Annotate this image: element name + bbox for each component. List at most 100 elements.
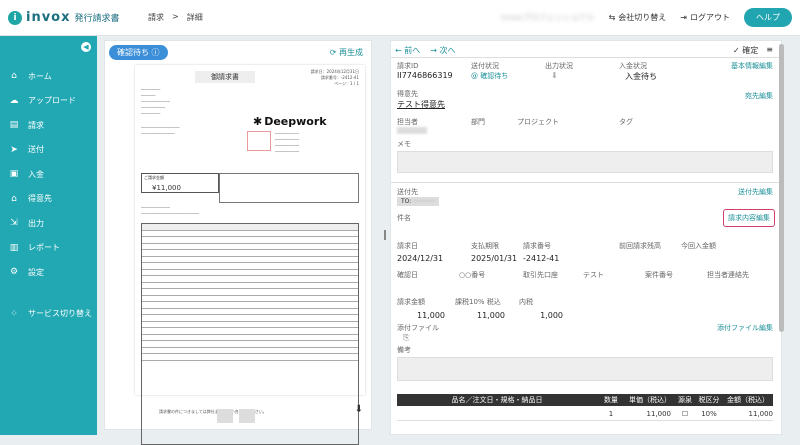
breadcrumb-separator: > bbox=[172, 12, 179, 21]
company-switch-icon: ⇆ bbox=[608, 13, 616, 22]
service-switch-icon: ⁘ bbox=[10, 308, 18, 319]
brand-mark-icon: ✱ bbox=[253, 115, 263, 128]
total-amount-value: ¥11,000 bbox=[152, 184, 181, 192]
invoice-amount-value: 11,000 bbox=[417, 311, 445, 320]
refresh-icon: ⟳ bbox=[329, 48, 337, 57]
tax-summary-table bbox=[219, 173, 359, 203]
invoice-icon: ▤ bbox=[9, 120, 19, 131]
remarks-input[interactable] bbox=[397, 357, 773, 381]
next-page-button[interactable] bbox=[239, 409, 255, 423]
basic-info-edit-link[interactable]: 基本情報編集 bbox=[731, 61, 773, 71]
table-row: 1 11,000 ☐ 10% 11,000 bbox=[397, 407, 773, 421]
invoice-meta-row: 確認日 ○○番号 取引先口座 テスト 案件番号 担当者連絡先 bbox=[397, 271, 749, 279]
payment-info-block: ──────────── ──────────────────────── bbox=[141, 205, 199, 216]
document-preview-panel: 確認待ち ⓘ ⟳ 再生成 御請求書 請求日：2024年12月31日 請求番号：-… bbox=[104, 40, 372, 445]
panel-resize-handle[interactable] bbox=[384, 230, 386, 240]
attachment-section: 添付ファイル ⎘ 添付ファイル編集 bbox=[397, 323, 773, 343]
paperclip-icon[interactable]: ⎘ bbox=[403, 333, 409, 343]
remarks-section: 備考 bbox=[397, 345, 773, 385]
invoice-document: 御請求書 請求日：2024年12月31日 請求番号：-2412-41 ページ：1… bbox=[135, 65, 365, 445]
greeting-text-block: ──────────────── ────────────── bbox=[141, 125, 180, 136]
output-icon: ⇲ bbox=[10, 218, 18, 229]
deposit-status-value: 入金待ち bbox=[625, 72, 657, 81]
at-icon: @ bbox=[471, 72, 478, 80]
invoice-date-value: 2024/12/31 bbox=[397, 254, 444, 263]
help-button[interactable]: ヘルプ bbox=[744, 8, 792, 27]
prev-button[interactable]: ← 前へ bbox=[395, 45, 420, 56]
invoice-content-edit-button[interactable]: 請求内容編集 bbox=[723, 209, 775, 227]
status-badge[interactable]: 確認待ち ⓘ bbox=[109, 45, 168, 60]
breadcrumb-detail: 詳細 bbox=[186, 13, 203, 22]
issuer-address-block: ────────── ────────── ────────── ────────── bbox=[275, 131, 300, 154]
customer-value[interactable]: テスト得意先 bbox=[397, 99, 445, 110]
sidebar: ◀ ⌂ ホーム ☁ アップロード ▤ 請求 ➤ 送付 ▣ 入金 ⌂ 得意先 ⇲ 出力 ▥ レポー… bbox=[0, 36, 97, 435]
sidebar-nav: ⌂ ホーム ☁ アップロード ▤ 請求 ➤ 送付 ▣ 入金 ⌂ 得意先 ⇲ 出力 ▥ レポート … bbox=[0, 64, 97, 285]
send-to-edit-link[interactable]: 送付先編集 bbox=[738, 187, 773, 197]
invoice-dates-row: 請求日 2024/12/31 支払期限 2025/01/31 請求番号 -2412-4… bbox=[397, 242, 716, 263]
logout-icon: ⇥ bbox=[680, 13, 687, 22]
subject-section: 件名 請求内容編集 bbox=[397, 209, 775, 233]
output-download-icon: ⬇ bbox=[551, 71, 558, 80]
sidebar-item-customer[interactable]: ⌂ 得意先 bbox=[0, 187, 97, 212]
sidebar-item-home[interactable]: ⌂ ホーム bbox=[0, 64, 97, 89]
item-quantity: 1 bbox=[608, 409, 614, 418]
request-id-value: II7746866319 bbox=[397, 71, 453, 80]
customer-icon: ⌂ bbox=[11, 193, 17, 204]
document-title: 御請求書 bbox=[195, 71, 255, 83]
upload-icon: ☁ bbox=[9, 95, 19, 106]
send-to-section: 送付先 TO: ────── 送付先編集 bbox=[397, 187, 773, 206]
sidebar-item-send[interactable]: ➤ 送付 bbox=[0, 138, 97, 163]
menu-icon[interactable]: ≡ bbox=[766, 45, 773, 56]
detail-scrollbar[interactable] bbox=[779, 44, 784, 332]
customer-section: 得意先 テスト得意先 宛先編集 bbox=[397, 90, 773, 110]
sidebar-item-settings[interactable]: ⚙ 設定 bbox=[0, 260, 97, 285]
service-switch-button[interactable]: ⁘ サービス切り替え bbox=[8, 308, 92, 319]
logo[interactable]: i invox 発行請求書 bbox=[8, 10, 128, 25]
taxable-amount-value: 11,000 bbox=[477, 311, 505, 320]
invoice-number-value: -2412-41 bbox=[523, 254, 560, 263]
send-status-value[interactable]: @ 確認待ち bbox=[471, 71, 508, 81]
prev-page-button[interactable] bbox=[217, 409, 233, 423]
download-icon[interactable]: ⬇ bbox=[355, 404, 363, 415]
tax-amount-value: 1,000 bbox=[540, 311, 563, 320]
send-to-chip: TO: ────── bbox=[397, 197, 439, 206]
document-pager bbox=[217, 409, 255, 423]
recipient-address-block: ──────── ────── ──────────── ────────── ────… bbox=[141, 87, 170, 116]
regenerate-button[interactable]: ⟳ 再生成 bbox=[330, 47, 363, 58]
logo-text: invox bbox=[26, 10, 71, 25]
home-icon: ⌂ bbox=[11, 71, 17, 82]
switch-company-button[interactable]: ⇆ 会社切り替え bbox=[609, 12, 667, 23]
report-icon: ▥ bbox=[9, 242, 19, 253]
sidebar-item-report[interactable]: ▥ レポート bbox=[0, 236, 97, 261]
company-seal bbox=[247, 131, 271, 151]
status-section: 請求ID II7746866319 送付状況 @ 確認待ち 出力状況 ⬇ 入金状… bbox=[397, 61, 773, 81]
attachment-edit-link[interactable]: 添付ファイル編集 bbox=[717, 323, 773, 333]
withholding-checkbox[interactable]: ☐ bbox=[675, 410, 695, 418]
breadcrumb: 請求 > 詳細 bbox=[148, 12, 203, 23]
sidebar-item-output[interactable]: ⇲ 出力 bbox=[0, 211, 97, 236]
user-name: invoxプロフェッショナル bbox=[501, 13, 595, 22]
collapse-sidebar-icon[interactable]: ◀ bbox=[81, 42, 91, 52]
sidebar-item-invoice[interactable]: ▤ 請求 bbox=[0, 113, 97, 138]
breadcrumb-invoice[interactable]: 請求 bbox=[148, 12, 164, 23]
logo-subtitle: 発行請求書 bbox=[74, 14, 120, 24]
deposit-icon: ▣ bbox=[9, 169, 19, 180]
brand-logo: ✱ Deepwork bbox=[253, 115, 327, 128]
item-tax-rate: 10% bbox=[701, 409, 717, 418]
sidebar-item-upload[interactable]: ☁ アップロード bbox=[0, 89, 97, 114]
invoice-detail-panel: ← 前へ → 次へ ✓ 確定 ≡ 請求ID II7746866319 送付状況 … bbox=[390, 40, 782, 435]
assignee-section: 担当者 部門 プロジェクト タグ bbox=[397, 117, 773, 141]
memo-input[interactable] bbox=[397, 151, 773, 173]
confirm-area: ✓ 確定 ≡ bbox=[733, 45, 773, 56]
gear-icon: ⚙ bbox=[9, 267, 19, 278]
confirm-button[interactable]: ✓ 確定 bbox=[733, 45, 758, 56]
next-button[interactable]: → 次へ bbox=[430, 45, 455, 56]
top-bar: i invox 発行請求書 請求 > 詳細 invoxプロフェッショナル ⇆ 会社… bbox=[0, 0, 800, 36]
document-meta: 請求日：2024年12月31日 請求番号：-2412-41 ページ：1 / 1 bbox=[310, 69, 359, 86]
sidebar-item-deposit[interactable]: ▣ 入金 bbox=[0, 162, 97, 187]
logout-button[interactable]: ⇥ ログアウト bbox=[680, 12, 730, 23]
record-navigation: ← 前へ → 次へ bbox=[395, 45, 456, 56]
destination-edit-link[interactable]: 宛先編集 bbox=[745, 91, 773, 101]
send-icon: ➤ bbox=[10, 144, 18, 155]
amounts-row: 請求金額 11,000 課税10% 税込 11,000 内税 1,000 bbox=[397, 298, 563, 320]
